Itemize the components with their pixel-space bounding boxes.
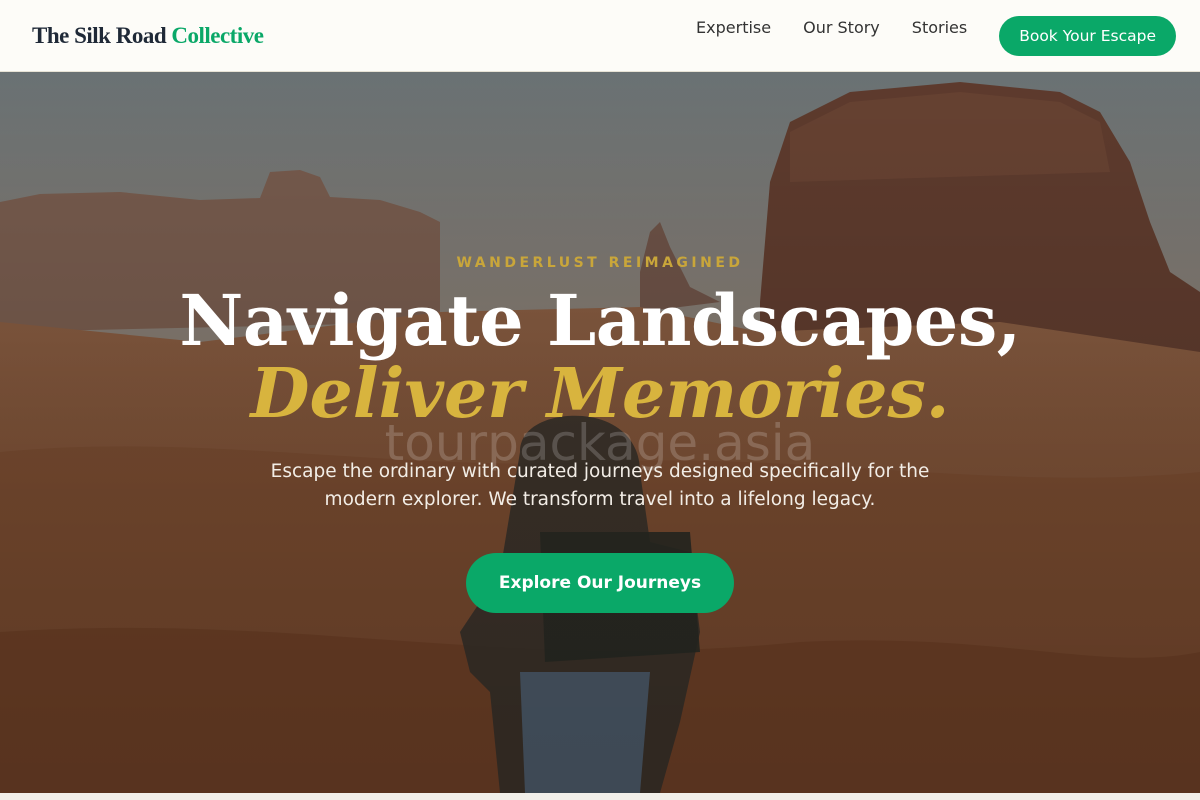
hero-eyebrow: WANDERLUST REIMAGINED (456, 255, 744, 271)
hero-section: WANDERLUST REIMAGINED Navigate Landscape… (0, 72, 1200, 793)
page-divider (0, 793, 1200, 800)
book-your-escape-button[interactable]: Book Your Escape (999, 15, 1176, 56)
brand-logo[interactable]: The Silk Road Collective (32, 22, 264, 49)
nav-link-stories[interactable]: Stories (912, 18, 967, 37)
logo-text-main: The Silk Road (32, 22, 167, 48)
hero-content: WANDERLUST REIMAGINED Navigate Landscape… (0, 72, 1200, 793)
hero-headline-line1: Navigate Landscapes, (179, 279, 1021, 362)
nav-link-our-story[interactable]: Our Story (803, 18, 880, 37)
explore-journeys-button[interactable]: Explore Our Journeys (466, 553, 734, 613)
nav-link-expertise[interactable]: Expertise (696, 18, 771, 37)
main-nav: Expertise Our Story Stories Book Your Es… (696, 15, 1176, 56)
site-header: The Silk Road Collective Expertise Our S… (0, 0, 1200, 72)
logo-text-accent: Collective (171, 22, 264, 48)
hero-subtitle: Escape the ordinary with curated journey… (270, 461, 930, 510)
